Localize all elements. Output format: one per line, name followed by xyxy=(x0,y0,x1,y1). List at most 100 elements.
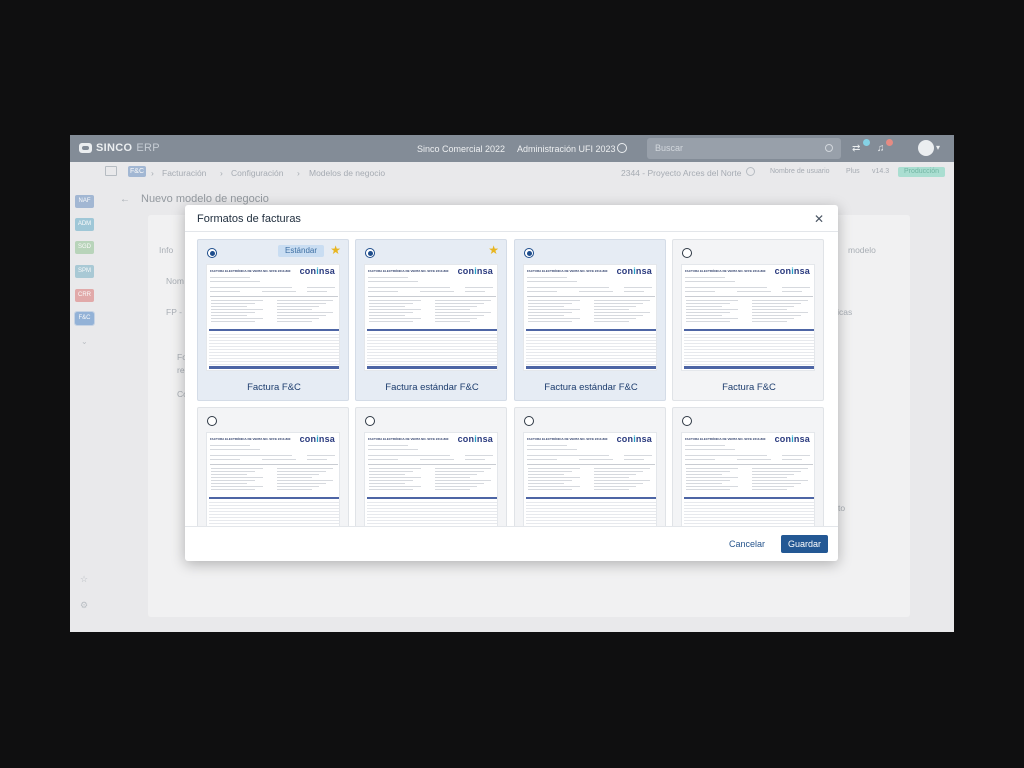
preview-line xyxy=(369,477,421,478)
preview-line xyxy=(211,306,247,307)
preview-table-row xyxy=(367,355,497,356)
preview-line xyxy=(277,477,312,478)
format-radio[interactable] xyxy=(207,248,217,258)
preview-table-footer xyxy=(684,366,814,369)
preview-line xyxy=(420,291,454,292)
preview-line xyxy=(277,312,333,313)
preview-line xyxy=(686,474,722,475)
preview-line xyxy=(752,312,808,313)
preview-line xyxy=(579,291,613,292)
format-radio[interactable] xyxy=(207,416,217,426)
format-radio[interactable] xyxy=(682,248,692,258)
save-button[interactable]: Guardar xyxy=(781,535,829,553)
preview-table-row xyxy=(526,511,656,512)
preview-line xyxy=(262,459,296,460)
format-card[interactable]: Estándar ★ FACTURA ELECTRÓNICA DE VENTA NO… xyxy=(197,239,349,401)
invoice-preview-thumbnail: FACTURA ELECTRÓNICA DE VENTA NO. SFFE 22… xyxy=(206,264,340,371)
preview-table-row xyxy=(684,511,814,512)
preview-table-row xyxy=(209,352,339,353)
preview-line xyxy=(369,474,405,475)
preview-line xyxy=(752,321,787,322)
preview-line xyxy=(368,281,418,282)
preview-line xyxy=(277,483,326,484)
preview-line xyxy=(211,468,263,469)
preview-line xyxy=(737,291,771,292)
format-radio[interactable] xyxy=(524,416,534,426)
preview-line xyxy=(435,489,470,490)
preview-line xyxy=(368,455,428,456)
preview-line xyxy=(435,318,477,319)
preview-line xyxy=(686,315,722,316)
preview-line xyxy=(369,315,405,316)
preview-table-row xyxy=(684,523,814,524)
preview-table-row xyxy=(684,358,814,359)
preview-table-row xyxy=(367,346,497,347)
close-icon[interactable]: ✕ xyxy=(812,212,826,226)
format-card[interactable]: FACTURA ELECTRÓNICA DE VENTA NO. SFFE 22… xyxy=(514,407,666,526)
preview-line xyxy=(211,483,247,484)
cancel-button[interactable]: Cancelar xyxy=(725,535,769,553)
format-card[interactable]: FACTURA ELECTRÓNICA DE VENTA NO. SFFE 22… xyxy=(672,407,824,526)
preview-line xyxy=(579,287,609,288)
preview-line xyxy=(686,468,738,469)
format-card-label: Factura estándar F&C xyxy=(544,382,638,393)
preview-line xyxy=(594,486,636,487)
favorite-star-icon[interactable]: ★ xyxy=(488,244,499,256)
preview-line xyxy=(435,471,484,472)
preview-line xyxy=(528,309,580,310)
format-card[interactable]: ★ FACTURA ELECTRÓNICA DE VENTA NO. SFFE 2… xyxy=(355,239,507,401)
format-card[interactable]: FACTURA ELECTRÓNICA DE VENTA NO. SFFE 22… xyxy=(197,407,349,526)
format-card-label: Factura estándar F&C xyxy=(385,382,479,393)
preview-line xyxy=(752,300,808,301)
preview-line xyxy=(435,309,470,310)
format-radio[interactable] xyxy=(365,416,375,426)
format-card[interactable]: FACTURA ELECTRÓNICA DE VENTA NO. SFFE 22… xyxy=(672,239,824,401)
preview-table-row xyxy=(684,505,814,506)
favorite-star-icon[interactable]: ★ xyxy=(330,244,341,256)
preview-line xyxy=(211,312,255,313)
format-radio[interactable] xyxy=(365,248,375,258)
preview-line xyxy=(211,315,247,316)
preview-line xyxy=(435,315,484,316)
preview-line xyxy=(752,486,794,487)
preview-line xyxy=(528,315,564,316)
preview-table-header xyxy=(526,329,656,331)
preview-doc-title: FACTURA ELECTRÓNICA DE VENTA NO. SFFE 22… xyxy=(210,437,291,441)
preview-table-row xyxy=(526,334,656,335)
format-radio[interactable] xyxy=(682,416,692,426)
format-card[interactable]: FACTURA ELECTRÓNICA DE VENTA NO. SFFE 22… xyxy=(514,239,666,401)
preview-table-row xyxy=(526,514,656,515)
preview-line xyxy=(368,291,398,292)
preview-table-row xyxy=(684,337,814,338)
preview-doc-title: FACTURA ELECTRÓNICA DE VENTA NO. SFFE 22… xyxy=(685,437,766,441)
preview-line xyxy=(211,489,255,490)
preview-table-row xyxy=(209,349,339,350)
format-radio[interactable] xyxy=(524,248,534,258)
preview-line xyxy=(277,480,333,481)
preview-line xyxy=(527,291,557,292)
format-card[interactable]: FACTURA ELECTRÓNICA DE VENTA NO. SFFE 22… xyxy=(355,407,507,526)
preview-line xyxy=(624,291,644,292)
preview-line xyxy=(527,464,655,465)
preview-line xyxy=(210,287,270,288)
invoice-formats-dialog: Formatos de facturas ✕ Estándar ★ FACTURA … xyxy=(185,205,838,561)
preview-doc-title: FACTURA ELECTRÓNICA DE VENTA NO. SFFE 22… xyxy=(527,437,608,441)
preview-line xyxy=(528,468,580,469)
preview-line xyxy=(528,312,572,313)
preview-table-row xyxy=(684,517,814,518)
preview-line xyxy=(210,296,338,297)
preview-line xyxy=(277,489,312,490)
preview-line xyxy=(782,459,802,460)
preview-table-row xyxy=(526,337,656,338)
preview-line xyxy=(685,445,725,446)
preview-line xyxy=(528,318,580,319)
preview-line xyxy=(686,306,722,307)
preview-line xyxy=(368,277,408,278)
preview-line xyxy=(686,318,738,319)
preview-table-row xyxy=(684,346,814,347)
preview-line xyxy=(686,471,730,472)
preview-table-row xyxy=(526,358,656,359)
preview-line xyxy=(737,287,767,288)
preview-line xyxy=(685,277,725,278)
preview-line xyxy=(737,455,767,456)
